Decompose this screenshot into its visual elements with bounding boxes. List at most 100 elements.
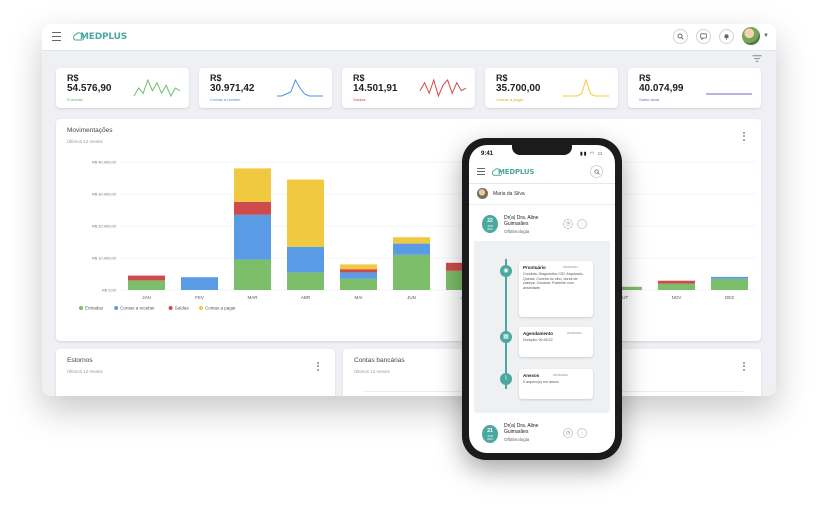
bar-segment[interactable] xyxy=(128,275,165,281)
bar-segment[interactable] xyxy=(393,254,430,290)
chevron-down-icon[interactable]: ▼ xyxy=(763,33,769,39)
timeline-body: 0 arquivo(s) em anexo xyxy=(523,380,559,384)
clock-icon[interactable]: ◷ xyxy=(563,428,573,438)
legend-label[interactable]: Contas a receber xyxy=(120,306,155,311)
x-tick-label: DEZ xyxy=(725,295,734,300)
bar-segment[interactable] xyxy=(340,269,377,273)
x-tick-label: NOV xyxy=(672,295,682,300)
bar-segment[interactable] xyxy=(393,237,430,244)
filter-icon[interactable] xyxy=(752,55,762,63)
legend-swatch xyxy=(79,306,83,310)
timeline-card-anexos[interactable]: Anexos 22/06/2021 0 arquivo(s) em anexo xyxy=(519,369,593,399)
bar-segment[interactable] xyxy=(340,272,377,279)
patient-row[interactable]: Maria da Silva xyxy=(469,184,615,205)
panel-subtitle: Últimos 12 meses xyxy=(354,369,390,374)
legend-swatch xyxy=(199,306,203,310)
timeline-title: Anexos xyxy=(523,373,540,378)
paperclip-icon: ⌇ xyxy=(500,373,512,385)
clock-icon[interactable]: ◷ xyxy=(563,219,573,229)
appointment-card-2[interactable]: 21 JUN 2021 Dr(a) Dra. Aline Guimarães O… xyxy=(474,417,610,453)
legend-label[interactable]: Entradas xyxy=(85,306,104,311)
patient-avatar xyxy=(477,188,488,199)
x-tick-label: JUN xyxy=(407,295,416,300)
stat-label: Contas a receber xyxy=(210,97,241,102)
search-icon[interactable] xyxy=(590,165,603,178)
movimentacoes-panel: Movimentações Últimos 12 meses R$ 0,00 R$… xyxy=(56,119,761,341)
logo-text: MEDPLUS xyxy=(498,168,535,176)
legend-swatch xyxy=(114,306,119,310)
doctor-name: Dr(a) Dra. Aline Guimarães xyxy=(504,423,539,435)
search-icon[interactable] xyxy=(673,29,688,44)
app-logo[interactable]: MEDPLUS xyxy=(72,29,127,45)
top-bar: MEDPLUS ▼ xyxy=(42,24,776,51)
x-tick-label: JAN xyxy=(142,295,151,300)
bar-segment[interactable] xyxy=(234,259,271,290)
bar-segment[interactable] xyxy=(393,243,430,255)
stat-card-contas-receber: R$ 30.971,42 Contas a receber xyxy=(199,68,332,108)
bell-icon[interactable] xyxy=(719,29,734,44)
dashboard-window: MEDPLUS ▼ R$ 54.576,90 Entradas R$ 30.97… xyxy=(42,24,776,396)
timeline-date: 22/06/2021 xyxy=(553,373,569,377)
appointment-card-header[interactable]: 22 JUN 2021 Dr(a) Dra. Aline Guimarães O… xyxy=(474,207,610,241)
menu-icon[interactable] xyxy=(52,32,61,41)
stat-card-saldo: R$ 40.074,99 Saldo atual xyxy=(628,68,761,108)
stat-currency: R$ xyxy=(353,73,365,83)
bar-segment[interactable] xyxy=(658,280,695,284)
date-day: 22 xyxy=(487,218,493,224)
stat-label: Contas a pagar xyxy=(496,97,524,102)
panel-title: Contas bancárias xyxy=(354,357,405,364)
bar-segment[interactable] xyxy=(287,179,324,247)
stat-value: 54.576,90 xyxy=(67,83,112,94)
date-year: 2021 xyxy=(487,228,493,231)
stat-value: 40.074,99 xyxy=(639,83,684,94)
logo-text: MEDPLUS xyxy=(80,32,127,42)
more-options-icon[interactable] xyxy=(743,362,745,371)
timeline-body: Conduta: Diagnóstico CID: Arquivado. Que… xyxy=(523,272,584,290)
stat-label: Saídas xyxy=(353,97,366,102)
bar-segment[interactable] xyxy=(340,278,377,290)
timeline-date: 22/06/2021 xyxy=(567,331,583,335)
y-tick-label: R$ 10.000,00 xyxy=(92,256,117,261)
date-year: 2021 xyxy=(487,438,493,441)
bar-segment[interactable] xyxy=(287,272,324,290)
timeline-card-prontuario[interactable]: Prontuário 22/06/2021 Conduta: Diagnósti… xyxy=(519,261,593,317)
bar-segment[interactable] xyxy=(711,276,748,279)
status-time: 9:41 xyxy=(481,151,494,157)
bar-segment[interactable] xyxy=(181,277,218,290)
sparkline xyxy=(563,78,609,97)
legend-swatch xyxy=(168,306,173,310)
more-options-icon[interactable]: ⋮ xyxy=(577,428,587,438)
x-tick-label: MAR xyxy=(248,295,259,300)
phone-app-logo: MEDPLUS xyxy=(491,164,534,180)
bar-segment[interactable] xyxy=(128,280,165,290)
bar-segment[interactable] xyxy=(711,278,748,290)
more-options-icon[interactable] xyxy=(317,362,319,371)
user-avatar[interactable] xyxy=(742,27,760,45)
y-tick-label: R$ 40.000,00 xyxy=(92,160,117,165)
bar-segment[interactable] xyxy=(340,264,377,270)
timeline-card-agendamento[interactable]: Agendamento 22/06/2021 Duração: 00:45:22 xyxy=(519,327,593,357)
bar-segment[interactable] xyxy=(234,168,271,202)
stat-currency: R$ xyxy=(496,73,508,83)
stat-currency: R$ xyxy=(639,73,651,83)
bar-segment[interactable] xyxy=(287,246,324,273)
doctor-name: Dr(a) Dra. Aline Guimarães xyxy=(504,215,539,227)
date-day: 21 xyxy=(487,428,493,434)
movimentacoes-chart: R$ 0,00 R$ 10.000,00 R$ 20.000,00 R$ 30.000… xyxy=(79,160,756,311)
chat-icon[interactable] xyxy=(696,29,711,44)
timeline-line xyxy=(505,259,507,389)
calendar-icon: ▦ xyxy=(500,331,512,343)
more-options-icon[interactable]: ⋮ xyxy=(577,219,587,229)
bar-segment[interactable] xyxy=(234,214,271,260)
bar-segment[interactable] xyxy=(234,202,271,215)
x-tick-label: MAI xyxy=(354,295,362,300)
stat-value: 30.971,42 xyxy=(210,83,255,94)
legend-label[interactable]: Saídas xyxy=(175,306,190,311)
menu-icon[interactable] xyxy=(477,168,485,175)
legend-label[interactable]: Contas a pagar xyxy=(205,306,236,311)
x-tick-label: FEV xyxy=(195,295,204,300)
stat-card-entradas: R$ 54.576,90 Entradas xyxy=(56,68,189,108)
bar-segment[interactable] xyxy=(658,283,695,290)
phone-mockup: 9:41 ▮▮ ◠ ▭ MEDPLUS Maria da Silva 22 JU… xyxy=(462,138,622,460)
y-tick-label: R$ 30.000,00 xyxy=(92,192,117,197)
